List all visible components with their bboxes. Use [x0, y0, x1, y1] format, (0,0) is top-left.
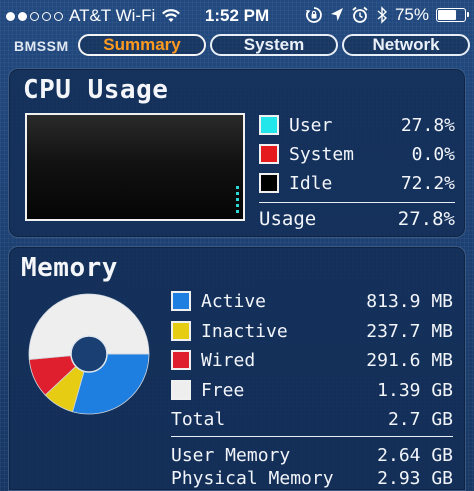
- status-bar: AT&T Wi-Fi 1:52 PM 75%: [0, 0, 474, 32]
- cpu-usage-bar: [236, 186, 239, 214]
- memory-legend-wired: Wired 291.6 MB: [171, 348, 453, 372]
- usage-label: Usage: [259, 208, 317, 230]
- app-brand: BMSSM: [14, 38, 69, 54]
- alarm-icon: [352, 6, 368, 23]
- cpu-usage-graph: [25, 113, 245, 221]
- battery-fill: [438, 10, 456, 20]
- user-memory-label: User Memory: [171, 444, 291, 466]
- legend-value: 27.8%: [400, 114, 455, 136]
- location-icon: [330, 8, 343, 21]
- physical-memory-value: 2.93 GB: [377, 467, 453, 489]
- legend-label: Inactive: [201, 320, 288, 342]
- system-swatch: [259, 144, 279, 164]
- memory-legend-free: Free 1.39 GB: [171, 378, 453, 402]
- legend-label: System: [289, 143, 355, 165]
- memory-total: Total 2.7 GB: [171, 407, 453, 431]
- free-swatch: [171, 380, 191, 400]
- memory-divider: [171, 436, 453, 437]
- inactive-swatch: [171, 321, 191, 341]
- tab-summary[interactable]: Summary: [78, 34, 206, 56]
- donut-hole: [70, 335, 108, 373]
- memory-title: Memory: [21, 253, 118, 283]
- legend-label: User: [289, 114, 333, 136]
- cpu-divider: [259, 202, 455, 203]
- legend-value: 72.2%: [400, 172, 455, 194]
- memory-legend-active: Active 813.9 MB: [171, 289, 453, 313]
- tab-system[interactable]: System: [210, 34, 338, 56]
- legend-value: 291.6 MB: [366, 349, 453, 371]
- legend-label: Free: [201, 379, 245, 401]
- total-label: Total: [171, 408, 226, 430]
- battery-icon: [436, 8, 469, 22]
- active-swatch: [171, 291, 191, 311]
- usage-value: 27.8%: [397, 208, 455, 230]
- tab-bar: BMSSM Summary System Network: [0, 32, 474, 60]
- legend-value: 1.39 GB: [377, 379, 453, 401]
- memory-panel: Memory Active 813.9 MB Inactive 237.7 MB…: [8, 246, 466, 491]
- status-right: 75%: [305, 5, 469, 25]
- memory-legend-inactive: Inactive 237.7 MB: [171, 319, 453, 343]
- battery-percent: 75%: [394, 5, 429, 24]
- cpu-legend-user: User 27.8%: [259, 113, 455, 137]
- bluetooth-icon: [377, 6, 387, 24]
- orientation-lock-icon: [305, 7, 322, 23]
- idle-swatch: [259, 173, 279, 193]
- user-swatch: [259, 115, 279, 135]
- tab-network[interactable]: Network: [342, 34, 470, 56]
- legend-label: Idle: [289, 172, 333, 194]
- cpu-title: CPU Usage: [23, 75, 169, 105]
- legend-value: 237.7 MB: [366, 320, 453, 342]
- user-memory-row: User Memory 2.64 GB: [171, 444, 453, 466]
- cpu-usage-total: Usage 27.8%: [259, 207, 455, 231]
- memory-donut-chart: [28, 293, 150, 415]
- cpu-legend-idle: Idle 72.2%: [259, 171, 455, 195]
- physical-memory-row: Physical Memory 2.93 GB: [171, 467, 453, 489]
- legend-value: 813.9 MB: [366, 290, 453, 312]
- legend-label: Active: [201, 290, 267, 312]
- legend-value: 0.0%: [411, 143, 455, 165]
- user-memory-value: 2.64 GB: [377, 444, 453, 466]
- legend-label: Wired: [201, 349, 256, 371]
- cpu-panel: CPU Usage User 27.8% System 0.0% Idle 72…: [8, 68, 466, 238]
- total-value: 2.7 GB: [387, 408, 453, 430]
- cpu-legend-system: System 0.0%: [259, 142, 455, 166]
- wired-swatch: [171, 350, 191, 370]
- physical-memory-label: Physical Memory: [171, 467, 334, 489]
